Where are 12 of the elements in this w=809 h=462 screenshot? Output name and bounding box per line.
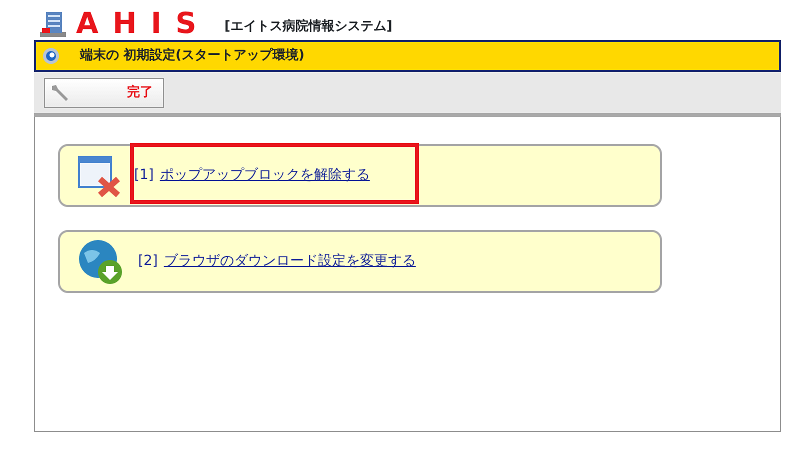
wrench-icon <box>49 83 71 103</box>
logo-text: AHIS <box>76 9 210 38</box>
globe-download-icon <box>78 238 124 284</box>
system-subtitle: [エイトス病院情報システム] <box>224 18 392 36</box>
hospital-building-icon <box>38 10 68 38</box>
item-number: [2] <box>138 252 158 271</box>
window-close-icon <box>78 154 120 196</box>
item-number: [1] <box>134 166 154 185</box>
setting-link[interactable]: ブラウザのダウンロード設定を変更する <box>164 251 416 272</box>
done-button[interactable]: 完了 <box>44 78 164 108</box>
setting-link[interactable]: ポップアップブロックを解除する <box>160 165 370 186</box>
page-title: 端末の 初期設定(スタートアップ環境) <box>80 46 304 66</box>
